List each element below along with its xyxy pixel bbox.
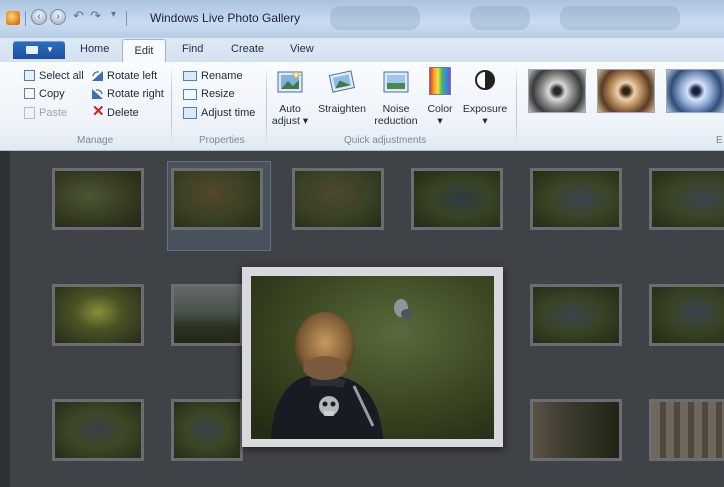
photo-gallery-app-icon[interactable] bbox=[6, 11, 20, 25]
photo-thumbnail[interactable] bbox=[171, 284, 243, 346]
navigation-pane-edge bbox=[0, 151, 10, 487]
exposure-icon bbox=[475, 70, 495, 90]
chevron-down-icon: ▼ bbox=[46, 45, 54, 54]
group-divider bbox=[171, 66, 172, 146]
select-all-button[interactable]: Select all bbox=[39, 70, 84, 82]
noise-reduction-label-line-2: reduction bbox=[374, 115, 418, 127]
photo-thumbnail[interactable] bbox=[171, 399, 243, 461]
auto-adjust-button[interactable]: Auto adjust ▾ bbox=[268, 103, 312, 127]
paste-icon bbox=[24, 107, 35, 119]
photo-thumbnail[interactable] bbox=[411, 168, 503, 230]
copy-button[interactable]: Copy bbox=[39, 88, 65, 100]
copy-icon bbox=[24, 88, 35, 99]
photo-thumbnail[interactable] bbox=[530, 284, 622, 346]
photo-thumbnail[interactable] bbox=[649, 284, 724, 346]
auto-adjust-icon bbox=[276, 68, 304, 96]
resize-icon bbox=[183, 89, 197, 100]
photo-thumbnail[interactable] bbox=[292, 168, 384, 230]
noise-reduction-button[interactable]: Noise reduction bbox=[369, 103, 423, 127]
child-on-grass-photo bbox=[251, 276, 494, 439]
titlebar-glare bbox=[560, 6, 680, 30]
redo-icon[interactable]: ↷ bbox=[90, 8, 101, 24]
group-label-quick-adjustments: Quick adjustments bbox=[344, 135, 427, 146]
tab-edit-label: Edit bbox=[134, 45, 154, 57]
rotate-right-icon bbox=[91, 88, 104, 100]
photo-thumbnail[interactable] bbox=[649, 399, 724, 461]
color-label: Color bbox=[427, 103, 453, 115]
select-all-icon bbox=[24, 70, 35, 81]
tab-edit[interactable]: Edit bbox=[122, 39, 166, 62]
forward-icon[interactable]: › bbox=[50, 9, 66, 25]
photo-thumbnail[interactable] bbox=[52, 399, 144, 461]
exposure-dropdown-icon: ▾ bbox=[482, 115, 488, 127]
photo-thumbnail[interactable] bbox=[52, 284, 144, 346]
noise-reduction-label-line-1: Noise bbox=[382, 103, 410, 115]
tab-home[interactable]: Home bbox=[80, 43, 109, 55]
app-menu-button[interactable]: ▼ bbox=[13, 41, 65, 59]
photo-thumbnail[interactable] bbox=[649, 168, 724, 230]
rename-button[interactable]: Rename bbox=[201, 70, 243, 82]
auto-adjust-label-line-2: adjust ▾ bbox=[271, 115, 309, 127]
effect-sepia-preset[interactable] bbox=[597, 69, 655, 113]
divider bbox=[25, 11, 26, 26]
noise-reduction-icon bbox=[381, 68, 411, 96]
straighten-button[interactable]: Straighten bbox=[312, 103, 372, 115]
tab-find[interactable]: Find bbox=[182, 43, 203, 55]
effect-black-and-white-preset[interactable] bbox=[528, 69, 586, 113]
delete-button[interactable]: Delete bbox=[107, 107, 139, 119]
photo-thumbnail[interactable] bbox=[530, 168, 622, 230]
ribbon-tab-row: ▼ Home Edit Find Create View bbox=[0, 38, 724, 62]
rename-icon bbox=[183, 71, 197, 81]
photo-thumbnail[interactable] bbox=[171, 168, 263, 230]
titlebar-glare bbox=[470, 6, 530, 30]
undo-icon[interactable]: ↶ bbox=[73, 8, 84, 24]
adjust-time-button[interactable]: Adjust time bbox=[201, 107, 255, 119]
exposure-button[interactable]: Exposure ▾ bbox=[460, 103, 510, 127]
group-divider bbox=[516, 66, 517, 146]
adjust-time-icon bbox=[183, 107, 197, 119]
title-bar: ‹ › ↶ ↷ ▾ Windows Live Photo Gallery bbox=[0, 0, 724, 38]
customize-quick-access-icon[interactable]: ▾ bbox=[111, 9, 116, 20]
group-label-manage: Manage bbox=[77, 135, 114, 146]
window-title: Windows Live Photo Gallery bbox=[150, 11, 301, 25]
ribbon: Select all Copy Paste Rotate left Rotate… bbox=[0, 62, 724, 151]
menu-icon bbox=[26, 46, 38, 54]
delete-icon: ✕ bbox=[92, 103, 105, 120]
preview-image bbox=[251, 276, 494, 439]
exposure-label: Exposure bbox=[462, 103, 508, 115]
paste-button[interactable]: Paste bbox=[39, 107, 67, 119]
group-label-properties: Properties bbox=[199, 135, 245, 146]
photo-thumbnail[interactable] bbox=[530, 399, 622, 461]
auto-adjust-label-line-1: Auto bbox=[279, 103, 301, 115]
photo-preview-popup[interactable] bbox=[242, 267, 503, 447]
effect-cyan-tone-preset[interactable] bbox=[666, 69, 724, 113]
color-dropdown-icon: ▾ bbox=[437, 115, 443, 127]
resize-button[interactable]: Resize bbox=[201, 88, 235, 100]
divider bbox=[126, 11, 127, 26]
rotate-left-icon bbox=[91, 70, 104, 82]
group-divider bbox=[266, 66, 267, 146]
photo-thumbnail[interactable] bbox=[52, 168, 144, 230]
color-button[interactable]: Color ▾ bbox=[424, 103, 456, 127]
straighten-icon bbox=[327, 68, 357, 96]
titlebar-glare bbox=[330, 6, 420, 30]
tab-create[interactable]: Create bbox=[231, 43, 264, 55]
rotate-right-button[interactable]: Rotate right bbox=[107, 88, 164, 100]
photo-gallery-grid bbox=[0, 151, 724, 487]
group-label-effects: E bbox=[716, 135, 723, 146]
color-icon bbox=[429, 67, 451, 95]
rotate-left-button[interactable]: Rotate left bbox=[107, 70, 157, 82]
back-icon[interactable]: ‹ bbox=[31, 9, 47, 25]
tab-view[interactable]: View bbox=[290, 43, 314, 55]
